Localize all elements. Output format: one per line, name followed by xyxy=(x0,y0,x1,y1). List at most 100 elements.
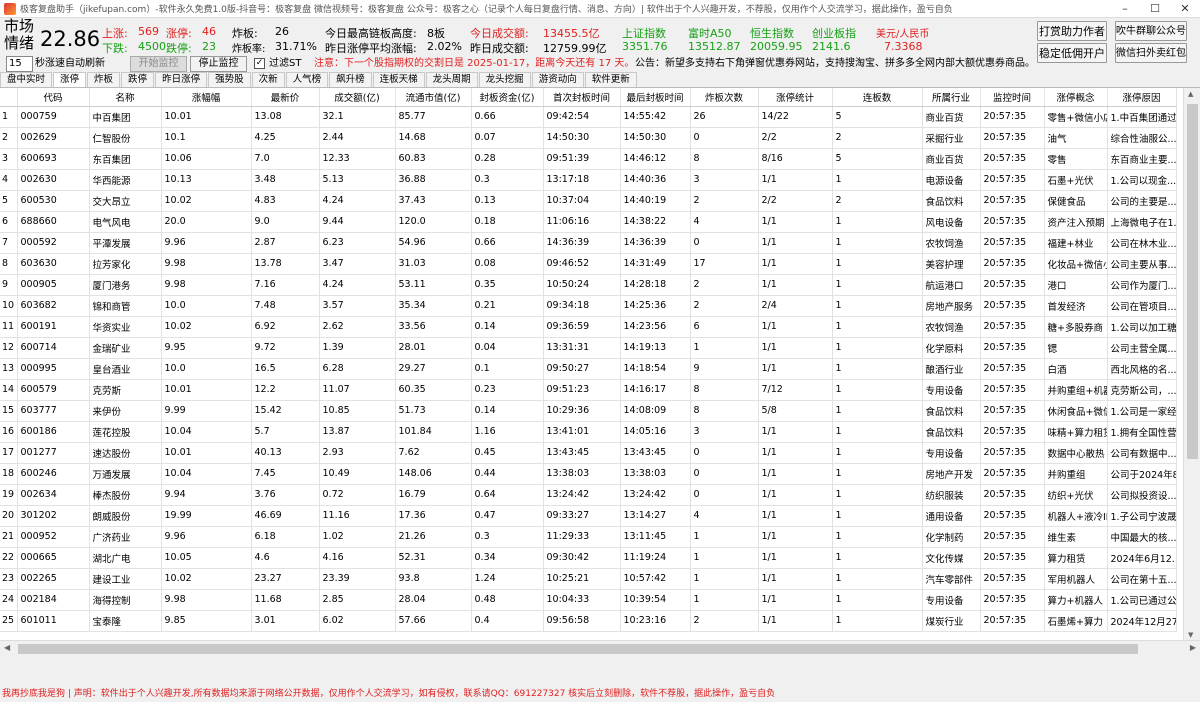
table-row[interactable]: 8 603630 拉芳家化 9.98 13.78 3.47 31.03 0.08 09:46:5… xyxy=(0,253,1177,275)
tab-5[interactable]: 强势股 xyxy=(208,72,251,87)
table-cell: 1.16 xyxy=(471,421,544,443)
table-cell: 6 xyxy=(0,211,18,233)
table-row[interactable]: 4 002630 华西能源 10.13 3.48 5.13 36.88 0.3 13:17:18… xyxy=(0,169,1177,191)
table-cell: 0 xyxy=(690,127,759,149)
table-row[interactable]: 18 600246 万通发展 10.04 7.45 10.49 148.06 0.44 13:3… xyxy=(0,463,1177,485)
table-cell: 休闲食品+微信... xyxy=(1044,400,1108,422)
table-row[interactable]: 16 600186 莲花控股 10.04 5.7 13.87 101.84 1.16 13:41… xyxy=(0,421,1177,443)
table-row[interactable]: 22 000665 湖北广电 10.05 4.6 4.16 52.31 0.34 09:30:4… xyxy=(0,547,1177,569)
column-header[interactable]: 监控时间 xyxy=(980,88,1045,107)
column-header[interactable] xyxy=(0,88,18,107)
column-header[interactable]: 代码 xyxy=(17,88,90,107)
table-row[interactable]: 11 600191 华资实业 10.02 6.92 2.62 33.56 0.14 09:36:… xyxy=(0,316,1177,338)
tab-7[interactable]: 人气榜 xyxy=(285,72,329,87)
column-header[interactable]: 涨停原因 xyxy=(1107,88,1177,107)
vertical-scroll-thumb[interactable] xyxy=(1187,104,1198,459)
index-name-usdcny: 美元/人民币 xyxy=(876,29,930,40)
table-cell: 7/12 xyxy=(758,379,833,401)
column-header[interactable]: 连板数 xyxy=(832,88,923,107)
table-cell: 房地产服务 xyxy=(922,295,981,317)
table-cell: 公司在管项目... xyxy=(1107,295,1177,317)
scroll-up-icon[interactable]: ▲ xyxy=(1188,90,1193,98)
tab-6[interactable]: 次新 xyxy=(251,72,285,87)
open-account-button[interactable]: 稳定低佣开户 xyxy=(1037,43,1107,63)
table-row[interactable]: 20 301202 朗威股份 19.99 46.69 11.16 17.36 0.47 09:3… xyxy=(0,505,1177,527)
wechat-group-button[interactable]: 吹牛群聊公众号 xyxy=(1115,21,1187,41)
table-cell: 35.34 xyxy=(395,295,472,317)
table-cell: 20:57:35 xyxy=(980,316,1045,338)
stop-monitor-button[interactable]: 停止监控 xyxy=(190,56,247,72)
table-row[interactable]: 21 000952 广济药业 9.96 6.18 1.02 21.26 0.3 11:29:33… xyxy=(0,526,1177,548)
table-cell: 8 xyxy=(690,400,759,422)
column-header[interactable]: 名称 xyxy=(89,88,162,107)
index-name-sse: 上证指数 xyxy=(622,27,666,40)
wechat-redpacket-button[interactable]: 微信扫外卖红包 xyxy=(1115,43,1187,63)
today-volume-label: 今日成交额: xyxy=(470,27,529,40)
column-header[interactable]: 最新价 xyxy=(251,88,320,107)
close-icon[interactable]: ✕ xyxy=(1170,2,1200,15)
table-row[interactable]: 13 000995 皇台酒业 10.0 16.5 6.28 29.27 0.1 09:50:27… xyxy=(0,358,1177,380)
minimize-icon[interactable]: – xyxy=(1110,2,1140,15)
scroll-down-icon[interactable]: ▼ xyxy=(1188,631,1193,639)
column-header[interactable]: 封板资金(亿) xyxy=(471,88,544,107)
scroll-right-icon[interactable]: ▶ xyxy=(1190,643,1196,652)
table-cell: 平潭发展 xyxy=(89,232,162,254)
scroll-left-icon[interactable]: ◀ xyxy=(4,643,10,652)
column-header[interactable]: 最后封板时间 xyxy=(620,88,691,107)
column-header[interactable]: 流通市值(亿) xyxy=(395,88,472,107)
table-cell: 风电设备 xyxy=(922,211,981,233)
table-row[interactable]: 14 600579 克劳斯 10.01 12.2 11.07 60.35 0.23 09:51:… xyxy=(0,379,1177,401)
column-header[interactable]: 涨停统计 xyxy=(758,88,833,107)
table-row[interactable]: 3 600693 东百集团 10.06 7.0 12.33 60.83 0.28 09:51:3… xyxy=(0,148,1177,170)
table-row[interactable]: 2 002629 仁智股份 10.1 4.25 2.44 14.68 0.07 14:50:30… xyxy=(0,127,1177,149)
table-row[interactable]: 15 603777 来伊份 9.99 15.42 10.85 51.73 0.14 10:29:… xyxy=(0,400,1177,422)
horizontal-scroll-thumb[interactable] xyxy=(18,644,1138,654)
tab-1[interactable]: 涨停 xyxy=(53,72,87,87)
table-row[interactable]: 5 600530 交大昂立 10.02 4.83 4.24 37.43 0.13 10:37:0… xyxy=(0,190,1177,212)
horizontal-scrollbar[interactable]: ◀ ▶ xyxy=(0,640,1200,656)
table-cell: 公司于2024年8... xyxy=(1107,463,1177,485)
table-cell: 1 xyxy=(832,169,923,191)
table-row[interactable]: 24 002184 海得控制 9.98 11.68 2.85 28.04 0.48 10:04:… xyxy=(0,589,1177,611)
tab-9[interactable]: 连板天梯 xyxy=(372,72,425,87)
tab-10[interactable]: 龙头周期 xyxy=(425,72,478,87)
table-cell: 纺织+光伏 xyxy=(1044,484,1108,506)
table-row[interactable]: 12 600714 金瑞矿业 9.95 9.72 1.39 28.01 0.04 13:31:3… xyxy=(0,337,1177,359)
table-row[interactable]: 9 000905 厦门港务 9.98 7.16 4.24 53.11 0.35 10:50:24… xyxy=(0,274,1177,296)
tab-4[interactable]: 昨日涨停 xyxy=(155,72,208,87)
table-cell: 0.14 xyxy=(471,316,544,338)
tab-12[interactable]: 游资动向 xyxy=(531,72,584,87)
tab-11[interactable]: 龙头挖掘 xyxy=(478,72,531,87)
table-row[interactable]: 19 002634 棒杰股份 9.94 3.76 0.72 16.79 0.64 13:24:4… xyxy=(0,484,1177,506)
table-row[interactable]: 17 001277 速达股份 10.01 40.13 2.93 7.62 0.45 13:43:… xyxy=(0,442,1177,464)
tip-author-button[interactable]: 打赏助力作者 xyxy=(1037,21,1107,41)
column-header[interactable]: 涨停概念 xyxy=(1044,88,1108,107)
column-header[interactable]: 首次封板时间 xyxy=(543,88,621,107)
column-header[interactable]: 涨幅幅 xyxy=(161,88,252,107)
filter-st-checkbox[interactable]: ✓ xyxy=(254,58,265,69)
table-cell: 0.3 xyxy=(471,526,544,548)
table-row[interactable]: 1 000759 中百集团 10.01 13.08 32.1 85.77 0.66 09:42:… xyxy=(0,106,1177,128)
tab-3[interactable]: 跌停 xyxy=(121,72,155,87)
tab-8[interactable]: 飙升榜 xyxy=(329,72,372,87)
column-header[interactable]: 炸板次数 xyxy=(690,88,759,107)
table-cell: 600186 xyxy=(17,421,90,443)
vertical-scrollbar[interactable]: ▲ ▼ xyxy=(1183,88,1200,640)
table-row[interactable]: 25 601011 宝泰隆 9.85 3.01 6.02 57.66 0.4 09:56:58 1… xyxy=(0,610,1177,632)
tab-0[interactable]: 盘中实时 xyxy=(0,72,53,87)
table-cell: 2 xyxy=(690,274,759,296)
table-row[interactable]: 6 688660 电气风电 20.0 9.0 9.44 120.0 0.18 11:06:16 1… xyxy=(0,211,1177,233)
refresh-seconds-input[interactable]: 15 xyxy=(6,56,33,72)
table-row[interactable]: 23 002265 建设工业 10.02 23.27 23.39 93.8 1.24 10:25… xyxy=(0,568,1177,590)
table-cell: 20:57:35 xyxy=(980,484,1045,506)
tab-2[interactable]: 炸板 xyxy=(87,72,121,87)
table-row[interactable]: 10 603682 锦和商管 10.0 7.48 3.57 35.34 0.21 09:34:1… xyxy=(0,295,1177,317)
table-cell: 3 xyxy=(690,169,759,191)
table-cell: 14:23:56 xyxy=(620,316,691,338)
tab-13[interactable]: 软件更新 xyxy=(584,72,637,87)
column-header[interactable]: 成交额(亿) xyxy=(319,88,396,107)
maximize-icon[interactable]: ☐ xyxy=(1140,2,1170,15)
start-monitor-button[interactable]: 开始监控 xyxy=(130,56,187,72)
table-row[interactable]: 7 000592 平潭发展 9.96 2.87 6.23 54.96 0.66 14:36:39… xyxy=(0,232,1177,254)
column-header[interactable]: 所属行业 xyxy=(922,88,981,107)
